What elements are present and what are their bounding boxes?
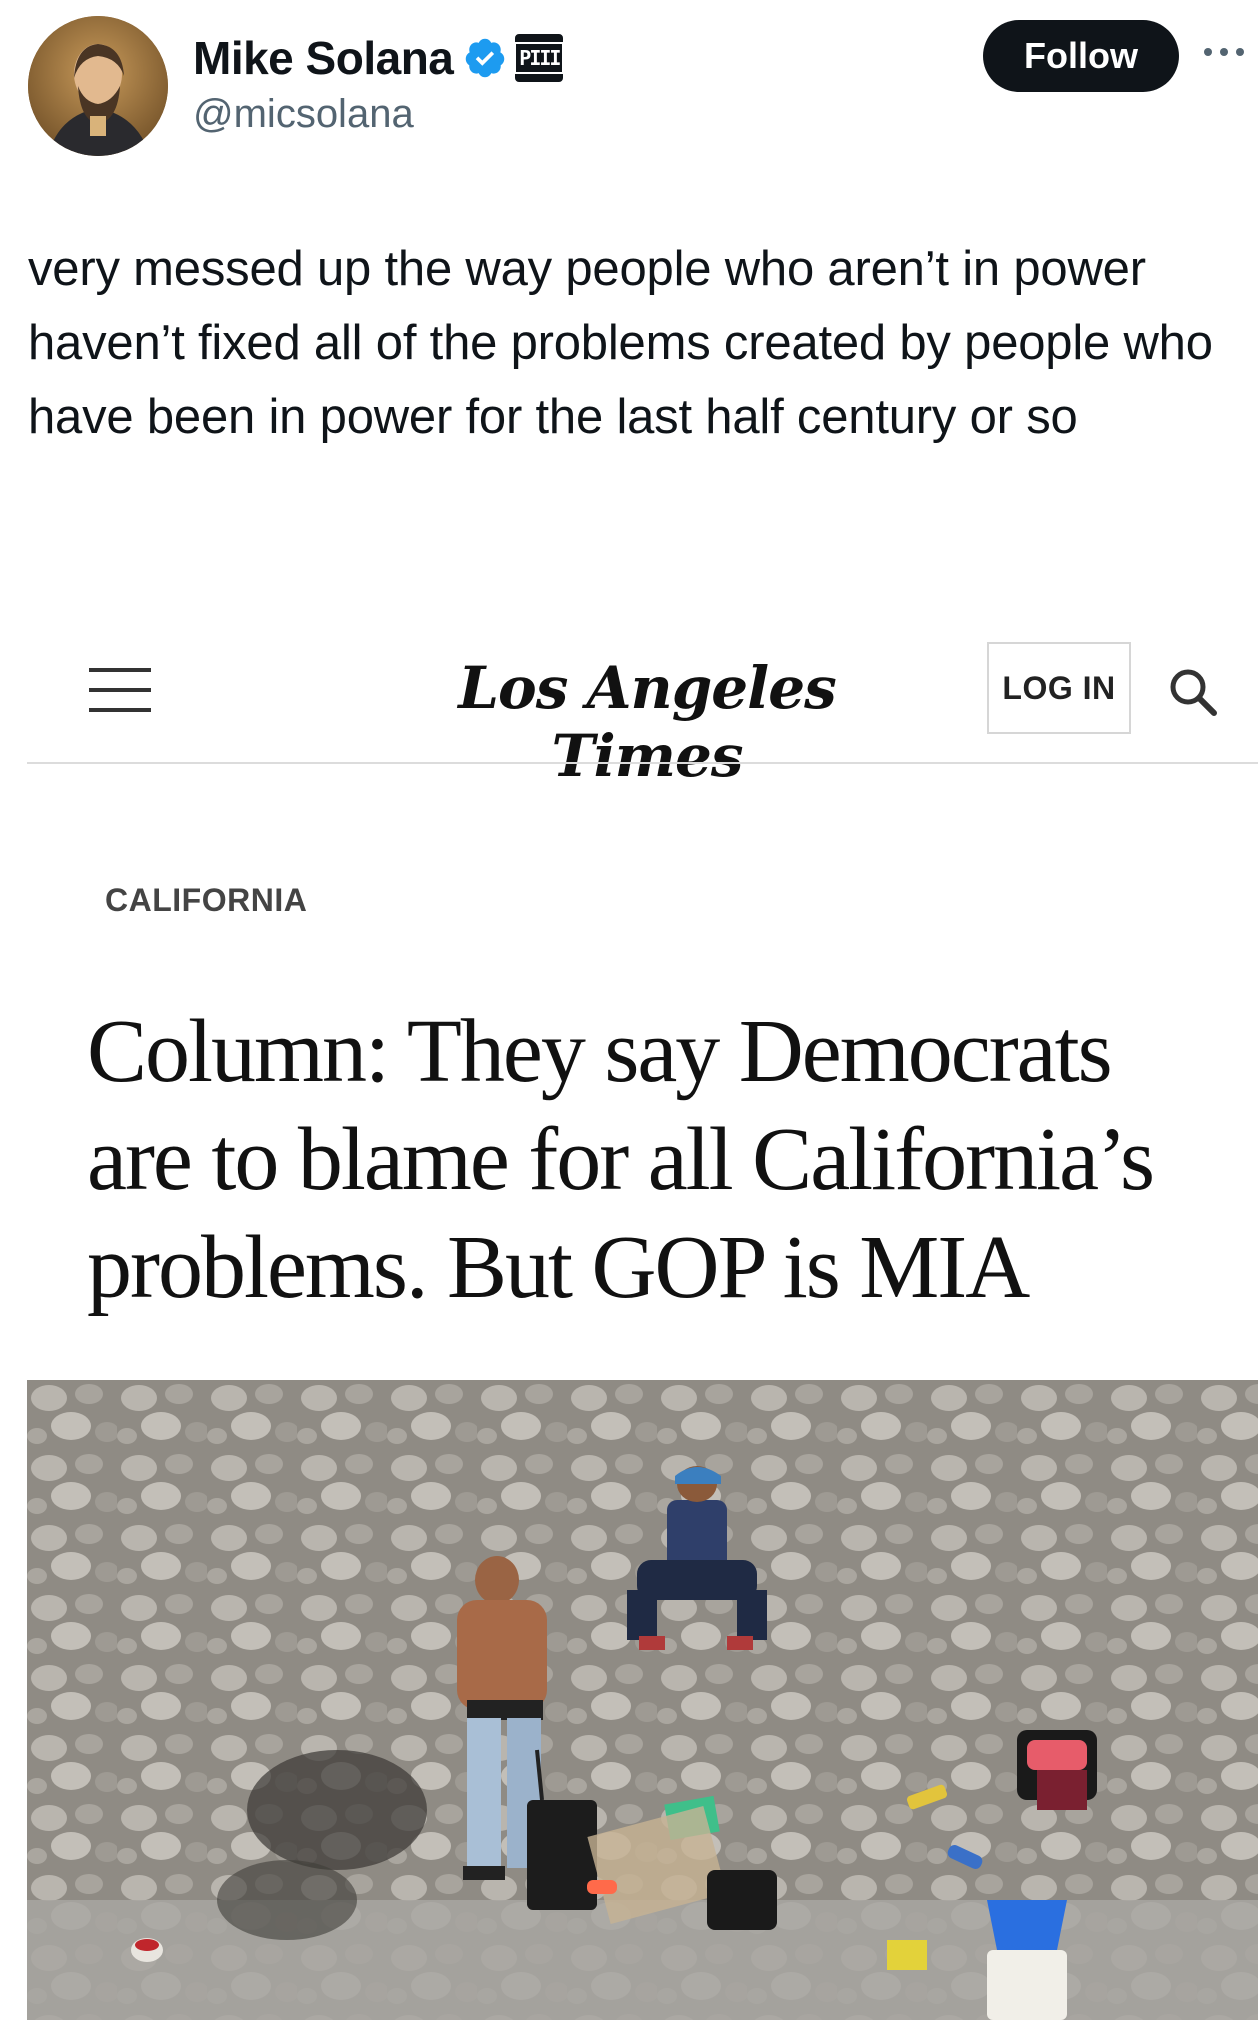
search-icon[interactable] [1167, 666, 1219, 718]
lat-nav-bar: Los Angeles Times LOG IN [27, 578, 1258, 790]
tweet-text: very messed up the way people who aren’t… [28, 242, 1213, 444]
login-button[interactable]: LOG IN [987, 642, 1131, 734]
article-headline[interactable]: Column: They say Democrats are to blame … [87, 998, 1187, 1322]
verified-badge-icon [466, 38, 505, 78]
article-photo [27, 1380, 1258, 2020]
tweet-header: Mike Solana PIII @micsolana Follow [0, 0, 1258, 170]
affiliate-badge-icon[interactable]: PIII [514, 34, 565, 82]
section-label[interactable]: CALIFORNIA [105, 882, 307, 919]
avatar[interactable] [28, 16, 168, 156]
article-screenshot-card[interactable]: Los Angeles Times LOG IN CALIFORNIA Colu… [27, 578, 1258, 2020]
name-row: Mike Solana PIII [193, 28, 565, 88]
more-horizontal-icon[interactable] [1200, 40, 1248, 64]
follow-button[interactable]: Follow [983, 20, 1179, 92]
nav-divider [27, 762, 1258, 764]
display-name[interactable]: Mike Solana [193, 31, 454, 85]
masthead-logo[interactable]: Los Angeles Times [387, 654, 907, 790]
handle[interactable]: @micsolana [193, 92, 414, 137]
hamburger-menu-icon[interactable] [89, 666, 151, 714]
